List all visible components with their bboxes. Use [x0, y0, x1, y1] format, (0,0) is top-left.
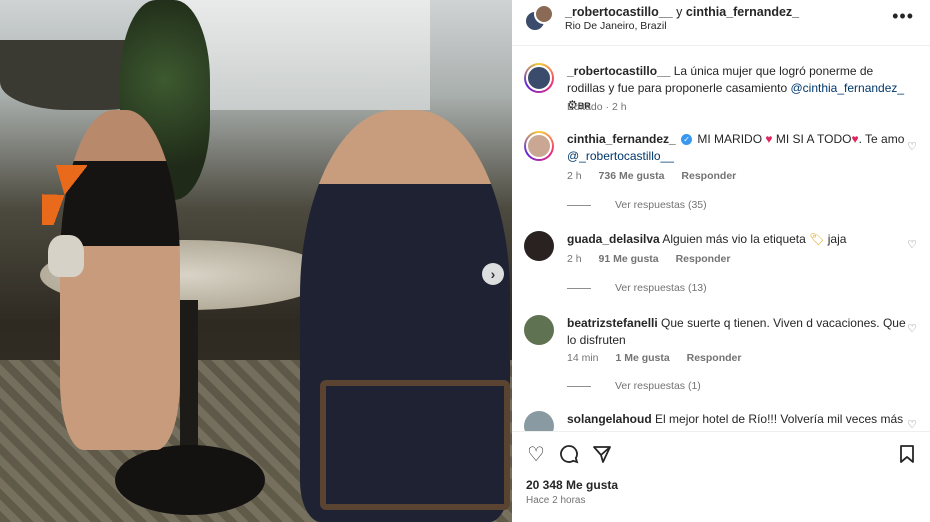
caption-mention[interactable]: @cinthia_fernandez_	[790, 81, 904, 95]
photo-vase	[48, 235, 84, 277]
avatar[interactable]	[524, 411, 554, 431]
comment-text: Alguien más vio la etiqueta	[662, 232, 806, 246]
avatar[interactable]	[524, 315, 554, 345]
post-photo[interactable]: ›	[0, 0, 512, 522]
reply-button[interactable]: Responder	[681, 170, 736, 182]
comment-user[interactable]: guada_delasilva	[567, 232, 660, 246]
avatar[interactable]	[524, 131, 554, 161]
likes-count[interactable]: 20 348 Me gusta	[526, 478, 618, 492]
comment-likes[interactable]: 1 Me gusta	[615, 352, 669, 364]
comment-body: guada_delasilva Alguien más vio la etiqu…	[567, 231, 907, 248]
comment-text: MI MARIDO	[697, 132, 763, 146]
heart-emoji-icon: ♥	[765, 132, 773, 146]
view-replies-label: Ver respuestas (13)	[615, 282, 707, 294]
author-link[interactable]: cinthia_fernandez_	[686, 5, 799, 19]
comment-time: 2 h	[567, 170, 582, 182]
photo-table-base	[115, 445, 265, 515]
comment-time: 2 h	[567, 253, 582, 265]
share-icon-svg	[593, 446, 611, 463]
share-paper-plane-icon[interactable]	[591, 444, 613, 466]
avatar[interactable]	[524, 63, 554, 93]
comment: guada_delasilva Alguien más vio la etiqu…	[524, 231, 918, 301]
comment-user[interactable]: solangelahoud	[567, 412, 652, 426]
bookmark-icon[interactable]	[896, 444, 918, 466]
comment: cinthia_fernandez_ ✓ MI MARIDO ♥ MI SI A…	[524, 131, 918, 221]
author-joiner: y	[676, 5, 683, 19]
heart-outline-icon[interactable]: ♡	[906, 239, 918, 251]
post-panel: _robertocastillo__ y cinthia_fernandez_ …	[512, 0, 930, 522]
caption-user[interactable]: _robertocastillo__	[567, 64, 670, 78]
author-link[interactable]: _robertocastillo__	[565, 5, 673, 19]
post-authors: _robertocastillo__ y cinthia_fernandez_	[565, 5, 799, 19]
comment-text: MI SI A TODO	[775, 132, 852, 146]
comment: solangelahoud El mejor hotel de Río!!! V…	[524, 411, 918, 431]
photo-table-leg	[180, 300, 198, 460]
comments-list[interactable]: _robertocastillo__ La única mujer que lo…	[512, 47, 930, 431]
heart-outline-icon[interactable]: ♡	[906, 323, 918, 335]
comment-meta: 2 h 736 Me gusta Responder	[567, 170, 750, 182]
caption: _robertocastillo__ La única mujer que lo…	[524, 63, 918, 133]
like-heart-icon[interactable]: ♡	[525, 444, 547, 466]
label-emoji-icon: 🏷	[809, 232, 825, 246]
comment-bubble-icon[interactable]	[558, 444, 580, 466]
photo-woman	[60, 110, 180, 450]
comment-user[interactable]: cinthia_fernandez_	[567, 132, 676, 146]
reply-button[interactable]: Responder	[687, 352, 742, 364]
comment-text: El mejor hotel de Río!!! Volvería mil ve…	[655, 412, 904, 426]
divider	[567, 204, 591, 206]
more-options-icon[interactable]: •••	[892, 6, 914, 27]
comment-body: beatrizstefanelli Que suerte q tienen. V…	[567, 315, 907, 349]
comment-time: 14 min	[567, 352, 599, 364]
next-photo-button[interactable]: ›	[482, 263, 504, 285]
heart-outline-icon[interactable]: ♡	[906, 141, 918, 153]
view-replies-button[interactable]: Ver respuestas (13)	[567, 282, 707, 294]
verified-badge-icon: ✓	[681, 134, 693, 146]
photo-chair	[320, 380, 510, 510]
view-replies-label: Ver respuestas (1)	[615, 380, 701, 392]
heart-emoji-icon: ♥	[851, 132, 859, 146]
comment-body: cinthia_fernandez_ ✓ MI MARIDO ♥ MI SI A…	[567, 131, 907, 165]
view-replies-button[interactable]: Ver respuestas (35)	[567, 199, 707, 211]
avatar	[534, 4, 554, 24]
comment-text: jaja	[827, 232, 847, 246]
comment-meta: 14 min 1 Me gusta Responder	[567, 352, 755, 364]
bookmark-icon-svg	[900, 445, 914, 463]
comment-meta: 2 h 91 Me gusta Responder	[567, 253, 744, 265]
divider	[567, 385, 591, 387]
comment-bubble-icon-svg	[560, 445, 579, 464]
comment-body: solangelahoud El mejor hotel de Río!!! V…	[567, 411, 907, 428]
comment-likes[interactable]: 736 Me gusta	[599, 170, 665, 182]
caption-meta: Editado · 2 h	[567, 101, 627, 113]
reply-button[interactable]: Responder	[676, 253, 731, 265]
comment-likes[interactable]: 91 Me gusta	[599, 253, 659, 265]
comment-mention[interactable]: @_robertocastillo__	[567, 149, 674, 163]
avatar[interactable]	[524, 231, 554, 261]
post-time: Hace 2 horas	[526, 495, 586, 506]
chevron-right-icon: ›	[490, 266, 496, 282]
post-header: _robertocastillo__ y cinthia_fernandez_ …	[512, 0, 930, 46]
post-actions: ♡ 20 348 Me gusta Hace 2 horas	[512, 431, 930, 522]
comment: beatrizstefanelli Que suerte q tienen. V…	[524, 315, 918, 395]
photo-flower	[42, 165, 87, 225]
view-replies-label: Ver respuestas (35)	[615, 199, 707, 211]
comment-text: . Te amo	[858, 132, 905, 146]
view-replies-button[interactable]: Ver respuestas (1)	[567, 380, 701, 392]
location-link[interactable]: Rio De Janeiro, Brazil	[565, 20, 667, 32]
collab-avatars[interactable]	[524, 4, 554, 32]
heart-outline-icon[interactable]: ♡	[906, 419, 918, 431]
divider	[567, 287, 591, 289]
comment-user[interactable]: beatrizstefanelli	[567, 316, 658, 330]
